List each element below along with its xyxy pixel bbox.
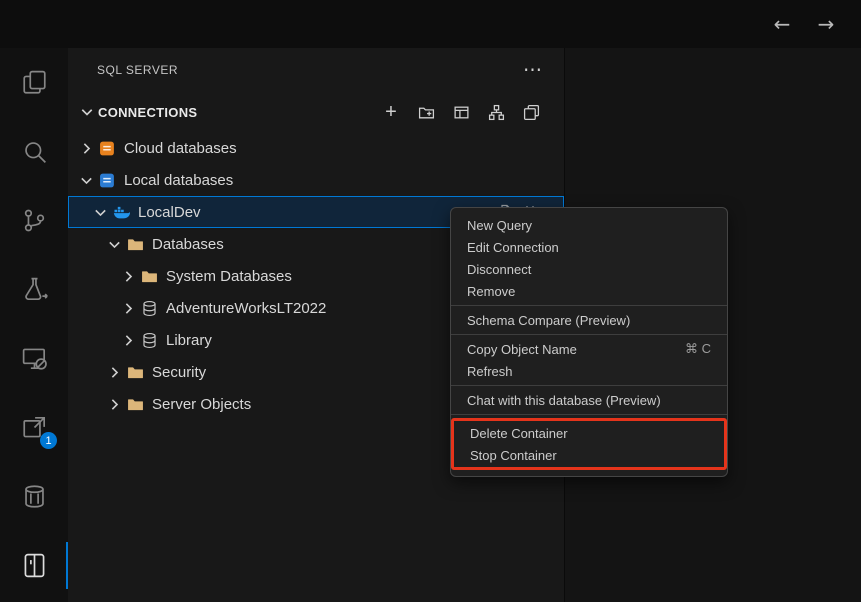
menu-group: Schema Compare (Preview) bbox=[451, 309, 727, 331]
back-arrow-icon[interactable]: ← bbox=[769, 11, 795, 37]
menu-item-copy-object-name[interactable]: Copy Object Name ⌘ C bbox=[451, 338, 727, 360]
sql-server-icon bbox=[20, 551, 49, 580]
sitemap-icon[interactable] bbox=[485, 101, 507, 123]
tree-item-label: Library bbox=[166, 332, 212, 349]
database-icon bbox=[141, 332, 158, 349]
menu-separator bbox=[451, 385, 727, 386]
container-barrel-icon bbox=[20, 482, 49, 511]
folder-icon bbox=[141, 268, 158, 285]
tree-item-label: Cloud databases bbox=[124, 140, 237, 157]
search-icon bbox=[20, 137, 49, 166]
activity-item-extensions[interactable]: 1 bbox=[0, 393, 68, 462]
notification-badge: 1 bbox=[40, 432, 57, 449]
table-icon[interactable] bbox=[450, 101, 472, 123]
more-actions-icon[interactable]: ⋯ bbox=[523, 61, 542, 80]
context-menu: New Query Edit Connection Disconnect Remove… bbox=[450, 207, 728, 477]
menu-item-label: Delete Container bbox=[470, 426, 568, 441]
activity-bar: 1 bbox=[0, 48, 68, 602]
tree-item-label: Local databases bbox=[124, 172, 233, 189]
connections-toolbar: + bbox=[380, 101, 548, 123]
menu-item-stop-container[interactable]: Stop Container bbox=[454, 444, 724, 466]
new-folder-icon[interactable] bbox=[415, 101, 437, 123]
menu-group: Chat with this database (Preview) bbox=[451, 389, 727, 411]
menu-item-edit-connection[interactable]: Edit Connection bbox=[451, 236, 727, 258]
menu-item-chat-with-this-database-preview[interactable]: Chat with this database (Preview) bbox=[451, 389, 727, 411]
chevron-right-icon[interactable] bbox=[120, 332, 137, 349]
annotation-highlight-box: Delete Container Stop Container bbox=[451, 418, 727, 470]
menu-item-label: Refresh bbox=[467, 364, 513, 379]
chevron-right-icon[interactable] bbox=[78, 140, 95, 157]
connections-section-header[interactable]: CONNECTIONS + bbox=[68, 92, 564, 132]
menu-group: Copy Object Name ⌘ C Refresh bbox=[451, 338, 727, 382]
menu-item-label: Schema Compare (Preview) bbox=[467, 313, 630, 328]
chevron-down-icon[interactable] bbox=[78, 172, 95, 189]
folder-icon bbox=[127, 236, 144, 253]
menu-item-label: Copy Object Name bbox=[467, 342, 577, 357]
overlapping-squares-icon[interactable] bbox=[520, 101, 542, 123]
folder-icon bbox=[127, 396, 144, 413]
forward-arrow-icon[interactable]: → bbox=[813, 11, 839, 37]
tree-item-label: Databases bbox=[152, 236, 224, 253]
chevron-right-icon[interactable] bbox=[106, 396, 123, 413]
chevron-down-icon[interactable] bbox=[78, 103, 96, 121]
flask-icon bbox=[20, 275, 49, 304]
source-control-icon bbox=[20, 206, 49, 235]
sidebar-header: SQL SERVER ⋯ bbox=[68, 48, 564, 92]
tree-item-cloud-databases[interactable]: Cloud databases bbox=[68, 132, 564, 164]
menu-item-label: Edit Connection bbox=[467, 240, 559, 255]
menu-item-label: New Query bbox=[467, 218, 532, 233]
files-icon bbox=[20, 68, 49, 97]
database-icon bbox=[141, 300, 158, 317]
tree-item-label: Server Objects bbox=[152, 396, 251, 413]
title-bar: ← → bbox=[0, 0, 861, 48]
menu-item-label: Disconnect bbox=[467, 262, 531, 277]
menu-group: New Query Edit Connection Disconnect Remove bbox=[451, 214, 727, 302]
menu-item-remove[interactable]: Remove bbox=[451, 280, 727, 302]
activity-item-sql-server[interactable] bbox=[0, 531, 68, 600]
sidebar-title: SQL SERVER bbox=[97, 63, 178, 77]
window-body: 1 SQL SERVER ⋯ CONNECTIONS bbox=[0, 48, 861, 602]
chevron-right-icon[interactable] bbox=[120, 268, 137, 285]
chevron-right-icon[interactable] bbox=[106, 364, 123, 381]
tree-item-label: AdventureWorksLT2022 bbox=[166, 300, 326, 317]
tree-item-label: Security bbox=[152, 364, 206, 381]
chevron-right-icon[interactable] bbox=[120, 300, 137, 317]
activity-item-source-control[interactable] bbox=[0, 186, 68, 255]
docker-icon bbox=[113, 204, 130, 221]
local-db-icon bbox=[99, 172, 116, 189]
activity-item-tests[interactable] bbox=[0, 255, 68, 324]
menu-item-schema-compare-preview[interactable]: Schema Compare (Preview) bbox=[451, 309, 727, 331]
add-connection-icon[interactable]: + bbox=[380, 101, 402, 123]
tree-item-label: System Databases bbox=[166, 268, 292, 285]
menu-item-disconnect[interactable]: Disconnect bbox=[451, 258, 727, 280]
tree-item-local-databases[interactable]: Local databases bbox=[68, 164, 564, 196]
menu-item-refresh[interactable]: Refresh bbox=[451, 360, 727, 382]
menu-item-shortcut: ⌘ C bbox=[685, 341, 711, 357]
menu-item-label: Stop Container bbox=[470, 448, 557, 463]
menu-item-delete-container[interactable]: Delete Container bbox=[454, 422, 724, 444]
menu-item-new-query[interactable]: New Query bbox=[451, 214, 727, 236]
connections-section-label: CONNECTIONS bbox=[98, 105, 197, 120]
folder-icon bbox=[127, 364, 144, 381]
menu-item-label: Chat with this database (Preview) bbox=[467, 393, 661, 408]
cloud-db-icon bbox=[99, 140, 116, 157]
chevron-down-icon[interactable] bbox=[92, 204, 109, 221]
activity-item-containers[interactable] bbox=[0, 462, 68, 531]
menu-separator bbox=[451, 305, 727, 306]
activity-item-search[interactable] bbox=[0, 117, 68, 186]
activity-item-explorer[interactable] bbox=[0, 48, 68, 117]
monitor-slash-icon bbox=[20, 344, 49, 373]
activity-item-remote-explorer[interactable] bbox=[0, 324, 68, 393]
menu-separator bbox=[451, 414, 727, 415]
menu-separator bbox=[451, 334, 727, 335]
menu-item-label: Remove bbox=[467, 284, 515, 299]
tree-item-label: LocalDev bbox=[138, 204, 201, 221]
chevron-down-icon[interactable] bbox=[106, 236, 123, 253]
